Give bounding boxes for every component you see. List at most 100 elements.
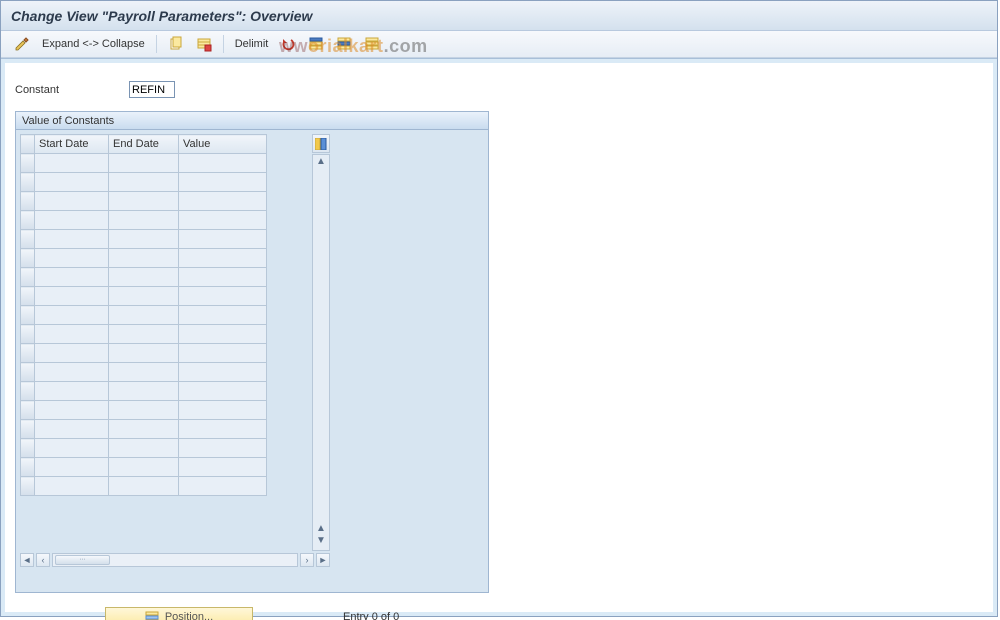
cell-start-date[interactable] [35,249,109,268]
col-start-date[interactable]: Start Date [35,135,109,154]
cell-end-date[interactable] [109,401,179,420]
cell-value[interactable] [179,306,267,325]
cell-value[interactable] [179,154,267,173]
cell-start-date[interactable] [35,325,109,344]
scroll-first-button[interactable]: ◄ [20,553,34,567]
cell-value[interactable] [179,287,267,306]
cell-value[interactable] [179,363,267,382]
cell-end-date[interactable] [109,249,179,268]
cell-start-date[interactable] [35,306,109,325]
cell-value[interactable] [179,192,267,211]
configure-columns-button[interactable] [312,134,330,153]
cell-value[interactable] [179,230,267,249]
deselect-all-button[interactable] [361,34,383,54]
cell-value[interactable] [179,458,267,477]
cell-start-date[interactable] [35,363,109,382]
row-selector[interactable] [21,477,35,496]
table-wrap: Start Date End Date Value [20,134,318,496]
cell-start-date[interactable] [35,211,109,230]
cell-start-date[interactable] [35,287,109,306]
cell-start-date[interactable] [35,230,109,249]
cell-start-date[interactable] [35,173,109,192]
row-selector[interactable] [21,344,35,363]
scroll-left-button[interactable]: ‹ [36,553,50,567]
undo-button[interactable] [277,34,299,54]
col-end-date[interactable]: End Date [109,135,179,154]
cell-value[interactable] [179,401,267,420]
cell-start-date[interactable] [35,154,109,173]
row-selector[interactable] [21,325,35,344]
scroll-right-button[interactable]: › [300,553,314,567]
cell-end-date[interactable] [109,306,179,325]
position-button[interactable]: Position... [105,607,253,620]
cell-value[interactable] [179,420,267,439]
select-block-button[interactable] [333,34,355,54]
cell-end-date[interactable] [109,439,179,458]
cell-value[interactable] [179,249,267,268]
row-selector[interactable] [21,230,35,249]
row-selector[interactable] [21,363,35,382]
cell-end-date[interactable] [109,230,179,249]
cell-end-date[interactable] [109,325,179,344]
col-value[interactable]: Value [179,135,267,154]
select-all-button[interactable] [305,34,327,54]
row-selector[interactable] [21,287,35,306]
scroll-last-button[interactable]: ► [316,553,330,567]
copy-button[interactable] [165,34,187,54]
cell-value[interactable] [179,439,267,458]
cell-end-date[interactable] [109,268,179,287]
cell-end-date[interactable] [109,477,179,496]
cell-value[interactable] [179,173,267,192]
delete-row-button[interactable] [193,34,215,54]
cell-start-date[interactable] [35,344,109,363]
expand-collapse-button[interactable]: Expand <-> Collapse [39,34,148,54]
vertical-scrollbar[interactable]: ▲ ▼ ▲ ▼ [312,154,330,551]
cell-end-date[interactable] [109,363,179,382]
cell-end-date[interactable] [109,382,179,401]
cell-end-date[interactable] [109,211,179,230]
scroll-down-button[interactable]: ▼ [315,536,327,548]
cell-start-date[interactable] [35,268,109,287]
hscroll-thumb[interactable]: ∙∙∙ [55,555,110,565]
row-selector[interactable] [21,420,35,439]
cell-start-date[interactable] [35,477,109,496]
delimit-button[interactable]: Delimit [232,34,272,54]
row-selector[interactable] [21,154,35,173]
row-selector[interactable] [21,268,35,287]
constant-input[interactable] [129,81,175,98]
table-row [21,420,267,439]
cell-end-date[interactable] [109,154,179,173]
cell-end-date[interactable] [109,173,179,192]
row-selector[interactable] [21,439,35,458]
cell-end-date[interactable] [109,458,179,477]
cell-value[interactable] [179,344,267,363]
row-selector[interactable] [21,211,35,230]
row-selector-header[interactable] [21,135,35,154]
row-selector[interactable] [21,382,35,401]
cell-start-date[interactable] [35,439,109,458]
row-selector[interactable] [21,306,35,325]
cell-value[interactable] [179,325,267,344]
row-selector[interactable] [21,173,35,192]
cell-value[interactable] [179,268,267,287]
cell-end-date[interactable] [109,420,179,439]
row-selector[interactable] [21,458,35,477]
cell-value[interactable] [179,477,267,496]
row-selector[interactable] [21,192,35,211]
cell-start-date[interactable] [35,192,109,211]
row-selector[interactable] [21,401,35,420]
cell-start-date[interactable] [35,458,109,477]
cell-start-date[interactable] [35,420,109,439]
row-selector[interactable] [21,249,35,268]
cell-end-date[interactable] [109,287,179,306]
scroll-up-button[interactable]: ▲ [315,157,327,169]
horizontal-scrollbar[interactable]: ◄ ‹ ∙∙∙ › ► [20,552,330,568]
hscroll-track[interactable]: ∙∙∙ [52,553,298,567]
cell-start-date[interactable] [35,382,109,401]
cell-end-date[interactable] [109,192,179,211]
cell-end-date[interactable] [109,344,179,363]
cell-value[interactable] [179,382,267,401]
cell-value[interactable] [179,211,267,230]
toggle-change-button[interactable] [11,34,33,54]
cell-start-date[interactable] [35,401,109,420]
